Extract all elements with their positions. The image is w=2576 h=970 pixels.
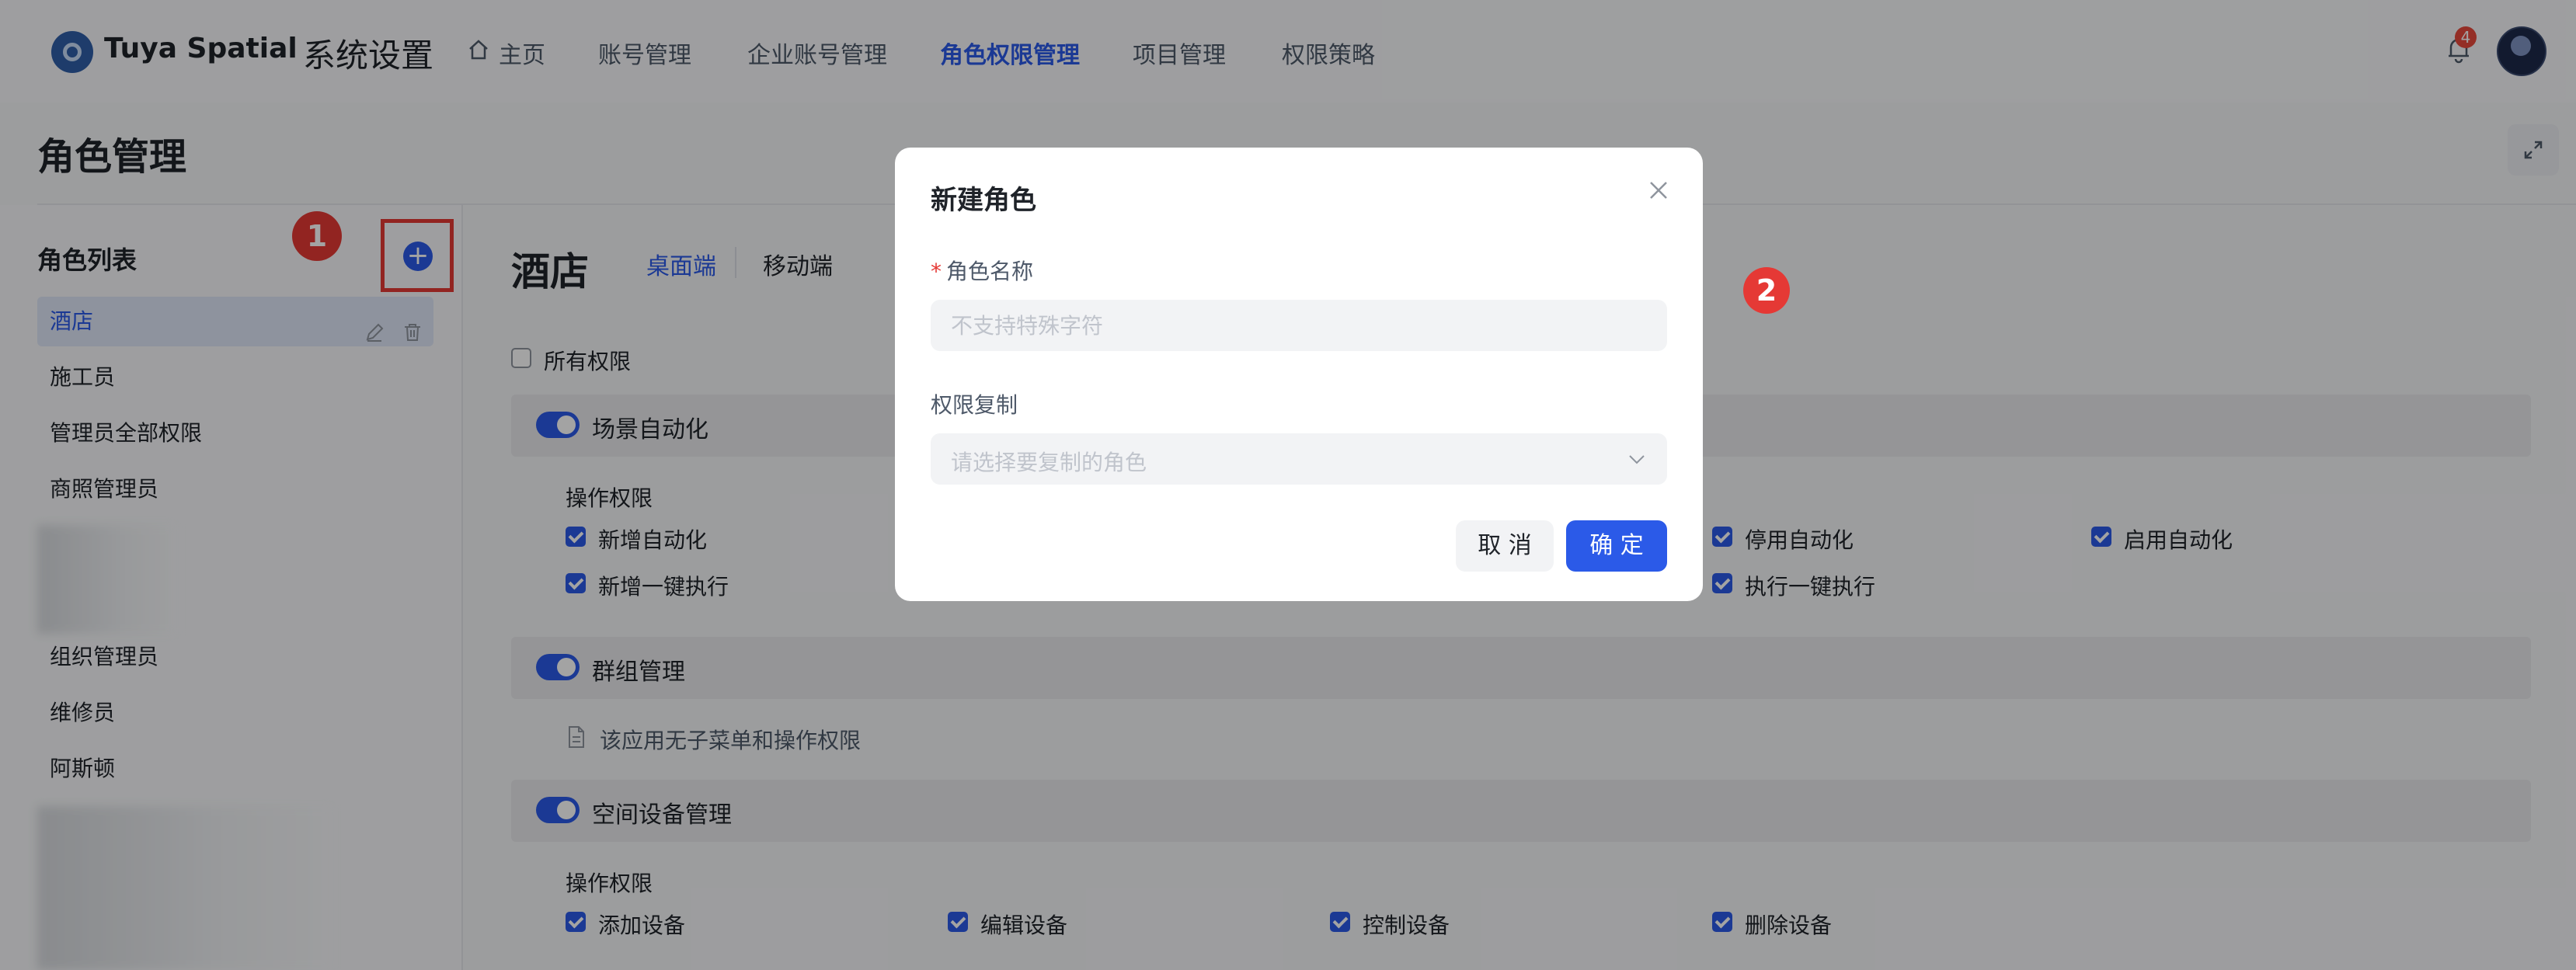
close-icon[interactable]: [1647, 179, 1670, 202]
select-placeholder: 请选择要复制的角色: [951, 450, 1147, 475]
step-marker-2: 2: [1743, 267, 1790, 314]
permission-copy-label: 权限复制: [931, 392, 1018, 418]
chevron-down-icon: [1629, 455, 1645, 464]
new-role-dialog: 新建角色 *角色名称 权限复制 请选择要复制的角色 取 消 确 定: [895, 148, 1703, 601]
confirm-button[interactable]: 确 定: [1566, 520, 1667, 572]
role-name-input[interactable]: [931, 300, 1667, 351]
dialog-title: 新建角色: [931, 185, 1036, 216]
cancel-button[interactable]: 取 消: [1456, 520, 1554, 572]
role-name-label-text: 角色名称: [946, 259, 1034, 284]
role-name-label: * 角色名称: [931, 255, 1033, 286]
required-mark: *: [931, 259, 942, 284]
permission-copy-select[interactable]: 请选择要复制的角色: [931, 433, 1667, 485]
